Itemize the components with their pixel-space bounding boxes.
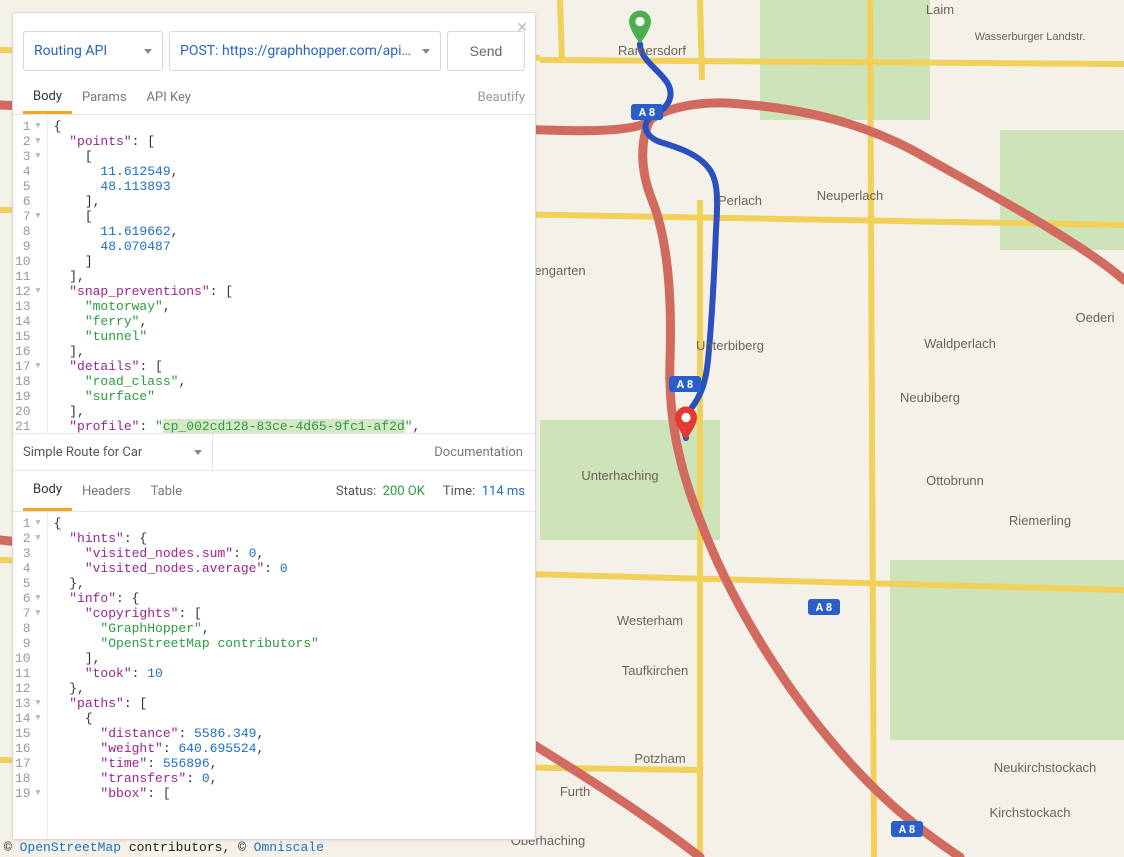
- svg-text:Taufkirchen: Taufkirchen: [622, 663, 688, 678]
- svg-text:Kirchstockach: Kirchstockach: [990, 805, 1071, 820]
- svg-text:Ramersdorf: Ramersdorf: [618, 43, 686, 58]
- svg-text:Unterhaching: Unterhaching: [581, 468, 658, 483]
- time-value: 114 ms: [482, 484, 525, 499]
- svg-text:Wasserburger Landstr.: Wasserburger Landstr.: [975, 31, 1086, 43]
- svg-text:engarten: engarten: [534, 263, 585, 278]
- url-text: POST: https://graphhopper.com/api/1/rou.…: [180, 43, 416, 59]
- status-label: Status:: [336, 484, 376, 499]
- resp-tab-headers[interactable]: Headers: [72, 471, 141, 511]
- osm-link[interactable]: OpenStreetMap: [20, 840, 121, 855]
- response-editor[interactable]: 1▼2▼3456▼7▼8910111213▼14▼1516171819▼ { "…: [13, 511, 535, 839]
- svg-text:A 8: A 8: [677, 378, 693, 391]
- close-icon[interactable]: ×: [517, 17, 527, 38]
- documentation-link[interactable]: Documentation: [434, 445, 535, 460]
- svg-text:Ottobrunn: Ottobrunn: [926, 473, 984, 488]
- svg-text:Westerham: Westerham: [617, 613, 683, 628]
- tab-body[interactable]: Body: [23, 81, 72, 114]
- svg-text:Unterbiberg: Unterbiberg: [696, 338, 764, 353]
- svg-text:Neubiberg: Neubiberg: [900, 390, 960, 405]
- chevron-down-icon: [422, 49, 430, 54]
- request-editor[interactable]: 1▼2▼3▼4567▼89101112▼1314151617▼18192021 …: [13, 115, 535, 433]
- example-dropdown[interactable]: Simple Route for Car: [13, 434, 213, 470]
- svg-text:Laim: Laim: [926, 2, 954, 17]
- chevron-down-icon: [144, 49, 152, 54]
- response-tabs: Body Headers Table Status: 200 OK Time: …: [13, 471, 535, 511]
- map-attribution: © OpenStreetMap contributors, © Omniscal…: [4, 840, 324, 855]
- svg-text:Furth: Furth: [560, 784, 590, 799]
- svg-text:Oederi: Oederi: [1075, 310, 1114, 325]
- status-value: 200 OK: [383, 484, 425, 499]
- svg-text:Neuperlach: Neuperlach: [817, 188, 884, 203]
- tab-params[interactable]: Params: [72, 81, 137, 114]
- api-dropdown[interactable]: Routing API: [23, 31, 163, 71]
- omniscale-link[interactable]: Omniscale: [254, 840, 324, 855]
- request-tabs: Body Params API Key Beautify: [13, 81, 535, 115]
- send-button[interactable]: Send: [447, 31, 525, 71]
- svg-text:A 8: A 8: [639, 106, 655, 119]
- marker-start[interactable]: [629, 10, 651, 44]
- resp-tab-body[interactable]: Body: [23, 471, 72, 511]
- svg-text:A 8: A 8: [899, 823, 915, 836]
- marker-end[interactable]: [675, 406, 697, 440]
- svg-text:Waldperlach: Waldperlach: [924, 336, 996, 351]
- time-label: Time:: [443, 484, 475, 499]
- example-label: Simple Route for Car: [23, 445, 142, 460]
- svg-text:Potzham: Potzham: [634, 751, 685, 766]
- svg-text:Perlach: Perlach: [718, 193, 762, 208]
- svg-text:Riemerling: Riemerling: [1009, 513, 1071, 528]
- resp-tab-table[interactable]: Table: [141, 471, 192, 511]
- api-panel: × Routing API POST: https://graphhopper.…: [12, 12, 536, 840]
- api-dropdown-label: Routing API: [34, 43, 107, 59]
- svg-text:Neukirchstockach: Neukirchstockach: [994, 760, 1097, 775]
- svg-text:A 8: A 8: [816, 601, 832, 614]
- chevron-down-icon: [194, 450, 202, 455]
- tab-apikey[interactable]: API Key: [137, 81, 201, 114]
- url-dropdown[interactable]: POST: https://graphhopper.com/api/1/rou.…: [169, 31, 441, 71]
- beautify-link[interactable]: Beautify: [478, 90, 525, 105]
